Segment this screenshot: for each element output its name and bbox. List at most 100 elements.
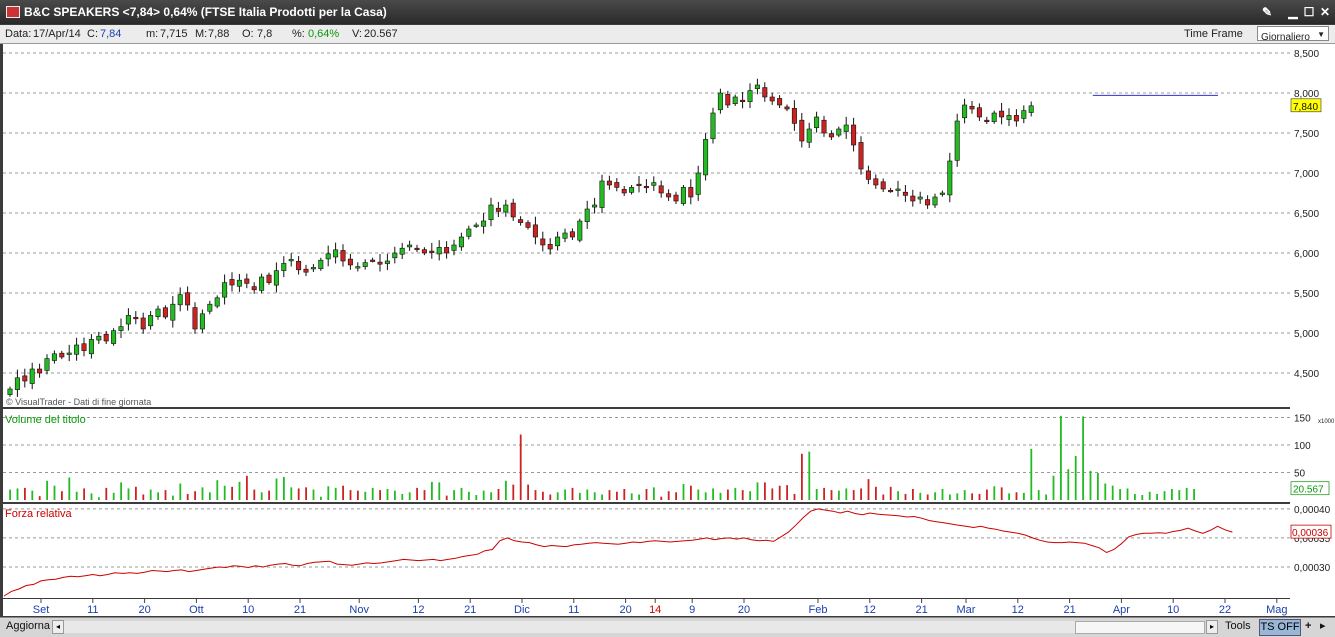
x-tick-label: 20 [619,604,631,616]
volume-tick-label: 100 [1294,441,1311,452]
price-tick-label: 6,500 [1294,209,1319,220]
candle-body [651,182,657,186]
add-button[interactable]: + [1305,619,1311,634]
x-tick-label: 20 [738,604,750,616]
volume-bar [1193,489,1195,500]
volume-bar [38,496,41,500]
volume-bar [260,492,263,500]
volume-bar [357,490,359,500]
volume-bar [445,495,448,500]
volume-bar [238,481,241,500]
candle-body [384,260,390,264]
volume-bar [645,489,648,500]
volume-bar [764,482,766,500]
candle-body [1006,115,1012,120]
candle-body [510,202,516,218]
candle-body [355,266,361,269]
last-price-label: 7,840 [1293,102,1318,113]
candle-body [222,282,228,298]
volume-title: Volume del titolo [5,414,86,426]
candle-body [584,208,590,222]
refresh-button[interactable]: Aggiorna [6,619,50,634]
candle-body [303,268,309,273]
volume-bar [1178,490,1181,500]
candle-body [858,142,864,170]
volume-bar [1134,493,1136,500]
volume-bar [275,478,278,500]
candle-body [836,128,842,136]
minimize-icon[interactable]: ▁ [1285,4,1301,20]
volume-bar [1148,491,1151,500]
volume-bar [364,491,367,500]
candle-body [636,183,642,186]
volume-bar [283,476,285,500]
candle-body [140,317,146,330]
volume-bar [978,493,981,500]
candle-body [429,250,435,253]
volume-tick-label: 150 [1294,414,1311,425]
volume-bar [749,491,751,500]
tools-icon[interactable]: ✎ [1259,4,1275,20]
volume-bar [727,489,729,500]
volume-bar [667,491,670,500]
scroll-thumb[interactable] [1075,621,1205,634]
x-tick-label: 10 [242,604,254,616]
scroll-left-button[interactable]: ◂ [52,620,64,634]
volume-bar [808,451,811,500]
candle-body [473,224,479,227]
volume-bar [926,494,929,500]
min-value: 7,715 [160,28,188,40]
close-icon[interactable]: ✕ [1317,4,1333,20]
candle-body [932,196,938,206]
candle-body [14,377,20,390]
volume-bar [305,487,307,500]
volume-tick-label: 50 [1294,469,1306,480]
candle-body [37,368,43,374]
volume-bar [149,489,152,500]
price-tick-label: 5,000 [1294,329,1319,340]
tools-button[interactable]: Tools [1225,619,1251,634]
scroll-track[interactable] [64,621,1204,633]
volume-bar [601,494,603,500]
price-panel [3,44,1290,407]
volume-bar [571,487,574,500]
volume-bar [904,493,907,500]
volume-bar [875,486,877,500]
x-tick-label: Ott [189,604,204,616]
close-label: C: [87,28,98,40]
candle-body [370,259,376,262]
timeframe-select[interactable]: Giornaliero ▼ [1257,26,1329,43]
volume-bar [371,487,374,500]
price-tick-label: 6,000 [1294,249,1319,260]
menu-arrow-icon[interactable]: ▸ [1320,619,1326,634]
volume-bar [690,485,692,500]
candle-body [954,120,960,161]
candle-body [695,172,701,195]
volume-bar [53,485,56,500]
ts-off-button[interactable]: TS OFF [1259,619,1301,636]
candle-body [680,187,686,204]
maximize-icon[interactable]: ☐ [1301,4,1317,20]
volume-bar [660,496,663,500]
x-tick-label: Feb [809,604,828,616]
volume-bar [579,492,581,500]
volume-bar [186,493,189,500]
volume-bar [653,487,655,500]
x-tick-label: Nov [349,604,369,616]
volume-bar [327,486,330,500]
stock-chart[interactable]: 8,500 8,000 7,500 7,000 6,500 6,000 5,500 5,000… [0,44,1335,616]
candle-body [288,259,294,262]
candle-body [236,279,242,287]
candle-body [111,330,117,344]
candle-body [791,108,797,124]
x-tick-label: 21 [294,604,306,616]
candle-body [281,263,287,271]
candle [680,185,686,206]
volume-bar [482,490,485,500]
scroll-right-button[interactable]: ▸ [1206,620,1218,634]
candle-body [251,286,257,291]
candle-body [555,236,561,247]
x-tick-label: 20 [138,604,150,616]
candle [710,107,716,144]
min-label: m: [146,28,159,40]
